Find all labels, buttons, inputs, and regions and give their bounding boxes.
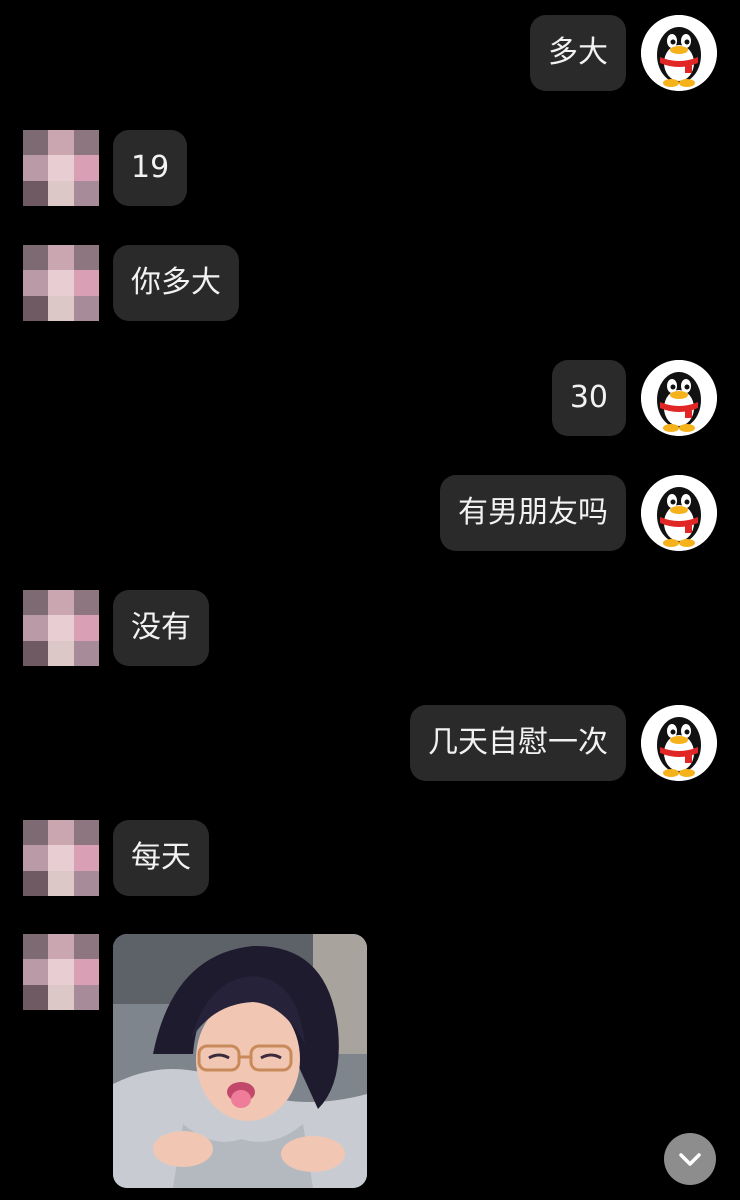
avatar-pixel [23, 934, 49, 960]
avatar-pixel [48, 245, 74, 271]
image-thumbnail [113, 934, 367, 1188]
avatar-pixel [48, 870, 74, 896]
avatar-pixel [48, 984, 74, 1010]
avatar-pixel [23, 820, 49, 846]
avatar-pixel [48, 155, 74, 181]
my-avatar[interactable] [641, 705, 717, 781]
contact-avatar[interactable] [23, 934, 99, 1010]
avatar-pixel [73, 820, 99, 846]
avatar-pixel [48, 845, 74, 871]
my-avatar[interactable] [641, 475, 717, 551]
message-bubble-received[interactable]: 你多大 [113, 245, 239, 321]
avatar-pixel [48, 295, 74, 321]
message-bubble-received[interactable]: 19 [113, 130, 188, 206]
avatar-pixel [73, 640, 99, 666]
scroll-to-bottom-button[interactable] [664, 1133, 716, 1185]
avatar-pixel [73, 984, 99, 1010]
avatar-pixel [73, 615, 99, 641]
avatar-pixel [23, 984, 49, 1010]
avatar-pixel [23, 959, 49, 985]
avatar-pixel [48, 959, 74, 985]
penguin-avatar-icon [641, 15, 717, 91]
avatar-pixel [73, 155, 99, 181]
avatar-pixel [73, 130, 99, 156]
penguin-avatar-icon [641, 705, 717, 781]
avatar-pixel [23, 270, 49, 296]
avatar-pixel [73, 870, 99, 896]
avatar-pixel [23, 245, 49, 271]
my-avatar[interactable] [641, 360, 717, 436]
avatar-pixel [73, 295, 99, 321]
avatar-pixel [48, 180, 74, 206]
my-avatar[interactable] [641, 15, 717, 91]
avatar-pixel [73, 959, 99, 985]
message-bubble-sent[interactable]: 多大 [530, 15, 626, 91]
avatar-pixel [48, 640, 74, 666]
contact-avatar[interactable] [23, 245, 99, 321]
avatar-pixel [23, 155, 49, 181]
avatar-pixel [48, 934, 74, 960]
contact-avatar[interactable] [23, 130, 99, 206]
avatar-pixel [73, 180, 99, 206]
avatar-pixel [48, 615, 74, 641]
avatar-pixel [23, 590, 49, 616]
avatar-pixel [23, 295, 49, 321]
message-bubble-received[interactable]: 每天 [113, 820, 209, 896]
avatar-pixel [23, 615, 49, 641]
penguin-avatar-icon [641, 360, 717, 436]
message-bubble-sent[interactable]: 有男朋友吗 [440, 475, 626, 551]
avatar-pixel [73, 270, 99, 296]
penguin-avatar-icon [641, 475, 717, 551]
avatar-pixel [73, 245, 99, 271]
avatar-pixel [73, 934, 99, 960]
avatar-pixel [23, 870, 49, 896]
avatar-pixel [48, 590, 74, 616]
message-bubble-sent[interactable]: 30 [551, 360, 626, 436]
message-bubble-sent[interactable]: 几天自慰一次 [410, 705, 626, 781]
contact-avatar[interactable] [23, 590, 99, 666]
avatar-pixel [48, 820, 74, 846]
avatar-pixel [23, 130, 49, 156]
avatar-pixel [73, 590, 99, 616]
chevron-down-icon [679, 1153, 701, 1166]
contact-avatar[interactable] [23, 820, 99, 896]
avatar-pixel [48, 130, 74, 156]
avatar-pixel [23, 640, 49, 666]
message-bubble-received[interactable]: 没有 [113, 590, 209, 666]
avatar-pixel [73, 845, 99, 871]
chat-message-list[interactable]: 多大 19 你多大 30 有男朋友吗 没有 几天自慰一次 每天 [0, 0, 740, 1200]
avatar-pixel [23, 180, 49, 206]
avatar-pixel [48, 270, 74, 296]
avatar-pixel [23, 845, 49, 871]
image-message[interactable] [113, 934, 367, 1188]
